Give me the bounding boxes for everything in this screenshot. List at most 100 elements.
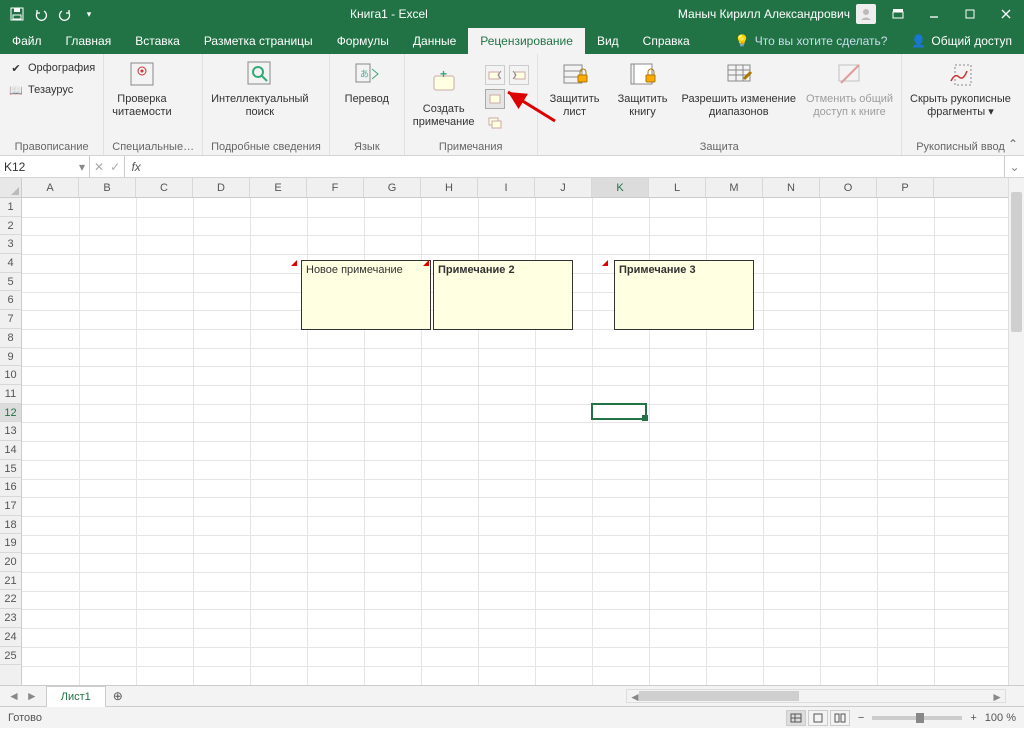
row-header-14[interactable]: 14 xyxy=(0,441,21,460)
sheet-tab-active[interactable]: Лист1 xyxy=(46,686,106,707)
tab-вставка[interactable]: Вставка xyxy=(123,28,192,54)
smart-lookup-button[interactable]: Интеллектуальный поиск xyxy=(211,58,308,119)
row-header-16[interactable]: 16 xyxy=(0,478,21,497)
col-header-G[interactable]: G xyxy=(364,178,421,197)
comment-box-2[interactable]: Примечание 2 xyxy=(433,260,573,330)
allow-edit-ranges-button[interactable]: Разрешить изменение диапазонов xyxy=(682,58,796,119)
row-header-21[interactable]: 21 xyxy=(0,572,21,591)
tab-формулы[interactable]: Формулы xyxy=(325,28,401,54)
col-header-M[interactable]: M xyxy=(706,178,763,197)
page-layout-view-button[interactable] xyxy=(808,710,828,726)
comment-box-1[interactable]: Новое примечание xyxy=(301,260,431,330)
close-button[interactable] xyxy=(988,0,1024,28)
col-header-L[interactable]: L xyxy=(649,178,706,197)
col-header-B[interactable]: B xyxy=(79,178,136,197)
zoom-out-button[interactable]: − xyxy=(858,712,864,724)
row-header-5[interactable]: 5 xyxy=(0,273,21,292)
row-header-17[interactable]: 17 xyxy=(0,497,21,516)
tab-разметка страницы[interactable]: Разметка страницы xyxy=(192,28,325,54)
tab-файл[interactable]: Файл xyxy=(0,28,54,54)
row-header-12[interactable]: 12 xyxy=(0,404,21,423)
spelling-button[interactable]: ✔Орфография xyxy=(8,58,95,78)
zoom-in-button[interactable]: + xyxy=(970,712,976,724)
new-sheet-button[interactable]: ⊕ xyxy=(106,689,130,703)
col-header-F[interactable]: F xyxy=(307,178,364,197)
maximize-button[interactable] xyxy=(952,0,988,28)
row-header-24[interactable]: 24 xyxy=(0,628,21,647)
row-header-1[interactable]: 1 xyxy=(0,198,21,217)
sheet-nav-prev[interactable]: ◄ xyxy=(6,689,22,703)
row-header-6[interactable]: 6 xyxy=(0,291,21,310)
comment-anchor-3[interactable] xyxy=(602,260,608,266)
hide-ink-button[interactable]: Скрыть рукописные фрагменты ▾ xyxy=(910,58,1011,119)
ribbon-display-options[interactable] xyxy=(880,0,916,28)
new-comment-button[interactable]: + Создать примечание xyxy=(413,68,475,129)
row-header-20[interactable]: 20 xyxy=(0,553,21,572)
row-header-15[interactable]: 15 xyxy=(0,460,21,479)
page-break-view-button[interactable] xyxy=(830,710,850,726)
save-button[interactable] xyxy=(6,3,28,25)
row-header-9[interactable]: 9 xyxy=(0,348,21,367)
grid[interactable]: Новое примечаниеПримечание 2 Примечание 3 xyxy=(22,198,1008,685)
row-header-11[interactable]: 11 xyxy=(0,385,21,404)
translate-button[interactable]: あ Перевод xyxy=(338,58,396,106)
row-header-18[interactable]: 18 xyxy=(0,516,21,535)
comment-anchor-2[interactable] xyxy=(423,260,429,266)
row-header-13[interactable]: 13 xyxy=(0,422,21,441)
hscroll-right-icon[interactable]: ► xyxy=(991,690,1003,704)
col-header-K[interactable]: K xyxy=(592,178,649,197)
redo-button[interactable] xyxy=(54,3,76,25)
name-box[interactable]: K12▾ xyxy=(0,156,90,177)
avatar[interactable] xyxy=(856,4,876,24)
share-button[interactable]: 👤 Общий доступ xyxy=(899,28,1024,54)
tab-вид[interactable]: Вид xyxy=(585,28,631,54)
zoom-value[interactable]: 100 % xyxy=(985,712,1016,724)
thesaurus-button[interactable]: 📖Тезаурус xyxy=(8,80,95,100)
row-header-19[interactable]: 19 xyxy=(0,534,21,553)
zoom-thumb[interactable] xyxy=(916,713,924,723)
row-header-7[interactable]: 7 xyxy=(0,310,21,329)
row-header-25[interactable]: 25 xyxy=(0,647,21,666)
tab-данные[interactable]: Данные xyxy=(401,28,468,54)
qat-customize[interactable]: ▾ xyxy=(78,3,100,25)
undo-button[interactable] xyxy=(30,3,52,25)
insert-function-button[interactable]: fx xyxy=(125,156,147,177)
minimize-button[interactable] xyxy=(916,0,952,28)
comment-box-3[interactable]: Примечание 3 xyxy=(614,260,754,330)
comment-anchor-1[interactable] xyxy=(291,260,297,266)
select-all-button[interactable] xyxy=(0,178,21,198)
protect-workbook-button[interactable]: Защитить книгу xyxy=(614,58,672,119)
tab-справка[interactable]: Справка xyxy=(631,28,702,54)
row-header-2[interactable]: 2 xyxy=(0,217,21,236)
sheet-nav-next[interactable]: ► xyxy=(24,689,40,703)
col-header-H[interactable]: H xyxy=(421,178,478,197)
collapse-ribbon-button[interactable]: ⌃ xyxy=(1008,137,1018,151)
row-header-10[interactable]: 10 xyxy=(0,366,21,385)
tab-главная[interactable]: Главная xyxy=(54,28,124,54)
hscroll-thumb[interactable] xyxy=(639,691,799,701)
row-header-4[interactable]: 4 xyxy=(0,254,21,273)
scrollbar-thumb[interactable] xyxy=(1011,192,1022,332)
row-header-8[interactable]: 8 xyxy=(0,329,21,348)
tell-me[interactable]: 💡 Что вы хотите сделать? xyxy=(723,28,900,54)
col-header-A[interactable]: A xyxy=(22,178,79,197)
normal-view-button[interactable] xyxy=(786,710,806,726)
col-header-O[interactable]: O xyxy=(820,178,877,197)
row-header-23[interactable]: 23 xyxy=(0,609,21,628)
vertical-scrollbar[interactable] xyxy=(1008,178,1024,685)
col-header-D[interactable]: D xyxy=(193,178,250,197)
tab-рецензирование[interactable]: Рецензирование xyxy=(468,28,585,54)
formula-input[interactable] xyxy=(147,156,1004,177)
row-header-3[interactable]: 3 xyxy=(0,235,21,254)
check-accessibility-button[interactable]: Проверка читаемости xyxy=(112,58,171,119)
row-header-22[interactable]: 22 xyxy=(0,590,21,609)
previous-comment-button[interactable] xyxy=(485,65,505,85)
horizontal-scrollbar[interactable]: ◄ ► xyxy=(626,689,1006,703)
col-header-J[interactable]: J xyxy=(535,178,592,197)
zoom-slider[interactable] xyxy=(872,716,962,720)
col-header-N[interactable]: N xyxy=(763,178,820,197)
next-comment-button[interactable] xyxy=(509,65,529,85)
col-header-P[interactable]: P xyxy=(877,178,934,197)
col-header-E[interactable]: E xyxy=(250,178,307,197)
col-header-C[interactable]: C xyxy=(136,178,193,197)
